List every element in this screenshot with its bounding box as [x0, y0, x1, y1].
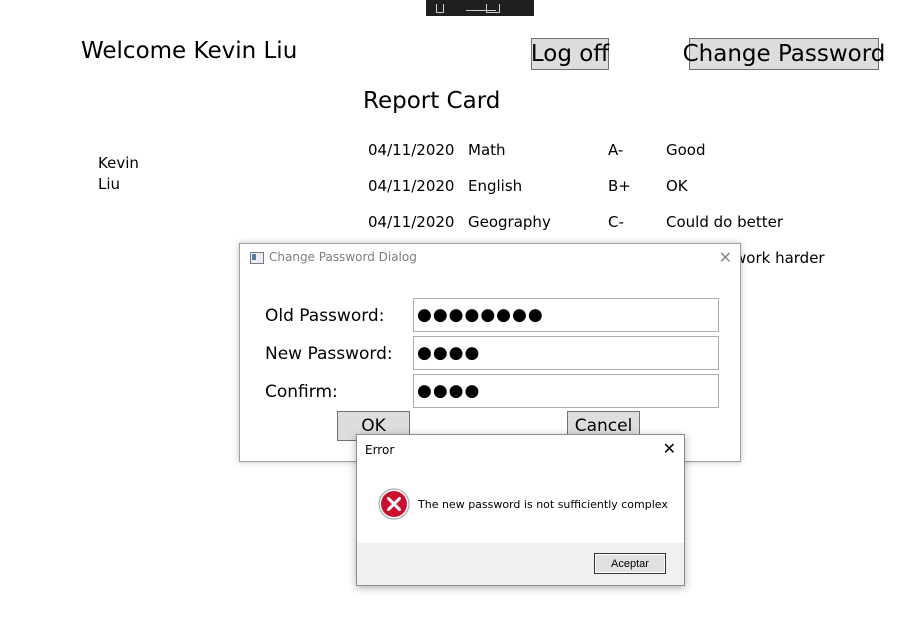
error-message: The new password is not sufficiently com… — [418, 498, 668, 511]
error-title: Error — [365, 443, 395, 457]
toolbar-glyph-icon — [436, 4, 444, 13]
grade-date: 04/11/2020 — [368, 141, 455, 159]
confirm-password-field[interactable]: ●●●● — [413, 374, 719, 408]
grade-comment: OK — [666, 177, 688, 195]
grade-date: 04/11/2020 — [368, 177, 455, 195]
logoff-button[interactable]: Log off — [531, 38, 609, 70]
change-password-dialog: Change Password Dialog ✕ Old Password: ●… — [239, 243, 741, 462]
close-icon[interactable]: ✕ — [719, 248, 732, 268]
grade-subject: English — [468, 177, 523, 195]
student-last-name: Liu — [98, 175, 121, 193]
grade-value: C- — [608, 213, 624, 231]
grade-comment: Could do better — [666, 213, 783, 231]
grade-subject: Math — [468, 141, 506, 159]
error-icon — [378, 488, 410, 520]
toolbar-glyph-icon — [486, 4, 500, 13]
close-icon[interactable]: ✕ — [663, 439, 676, 459]
top-toolbar-strip — [426, 0, 534, 16]
aceptar-button[interactable]: Aceptar — [594, 553, 666, 574]
toolbar-divider — [466, 10, 496, 11]
dialog-title: Change Password Dialog — [269, 250, 417, 264]
student-first-name: Kevin — [98, 154, 139, 172]
confirm-password-label: Confirm: — [265, 382, 338, 402]
grade-date: 04/11/2020 — [368, 213, 455, 231]
error-message-box: Error ✕ The new password is not sufficie… — [356, 434, 685, 586]
old-password-field[interactable]: ●●●●●●●● — [413, 298, 719, 332]
new-password-field[interactable]: ●●●● — [413, 336, 719, 370]
new-password-label: New Password: — [265, 344, 393, 364]
window-icon — [250, 252, 264, 264]
grade-value: B+ — [608, 177, 631, 195]
report-card-title: Report Card — [363, 88, 501, 114]
grade-subject: Geography — [468, 213, 551, 231]
student-name: Kevin Liu — [98, 153, 158, 195]
grade-value: A- — [608, 141, 624, 159]
old-password-label: Old Password: — [265, 306, 385, 326]
change-password-button[interactable]: Change Password — [683, 38, 885, 70]
grade-comment: Good — [666, 141, 706, 159]
grade-comment: work harder — [734, 249, 825, 267]
welcome-text: Welcome Kevin Liu — [81, 38, 298, 64]
error-footer: Aceptar — [357, 543, 684, 585]
